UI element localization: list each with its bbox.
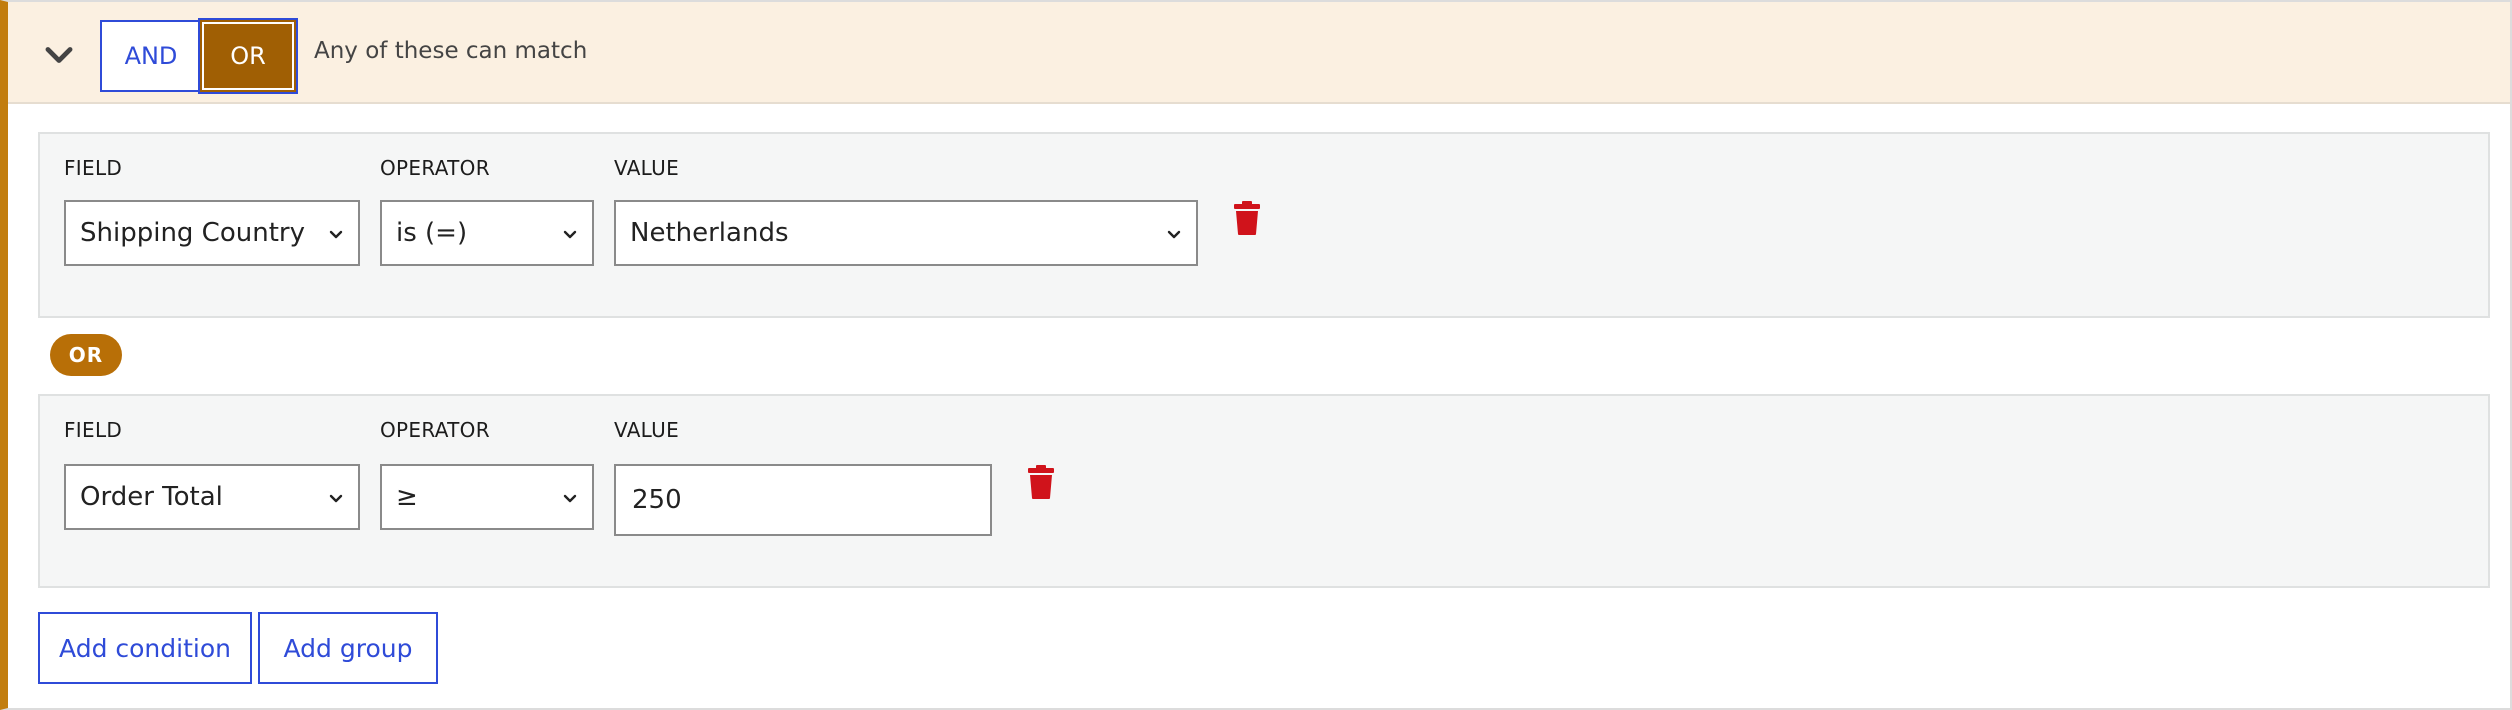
- field-select[interactable]: Shipping Country: [64, 200, 360, 266]
- value-label: VALUE: [614, 156, 680, 180]
- operator-select-value: ≥: [396, 482, 418, 512]
- operator-select[interactable]: is (=): [380, 200, 594, 266]
- group-header: AND OR Any of these can match: [8, 2, 2510, 104]
- field-select[interactable]: Order Total: [64, 464, 360, 530]
- value-input[interactable]: 250: [614, 464, 992, 536]
- operator-select[interactable]: ≥: [380, 464, 594, 530]
- value-select-value: Netherlands: [630, 218, 789, 248]
- chevron-down-icon: [1164, 224, 1184, 244]
- trash-icon[interactable]: [1232, 200, 1262, 236]
- or-connector-badge: OR: [50, 334, 122, 376]
- value-select[interactable]: Netherlands: [614, 200, 1198, 266]
- condition-group: AND OR Any of these can match FIELD OPER…: [0, 0, 2512, 710]
- field-select-value: Shipping Country: [80, 218, 305, 248]
- or-button[interactable]: OR: [198, 18, 298, 94]
- value-label: VALUE: [614, 418, 680, 442]
- chevron-down-icon: [560, 224, 580, 244]
- condition-row: FIELD OPERATOR VALUE Shipping Country is…: [38, 132, 2490, 318]
- field-label: FIELD: [64, 418, 123, 442]
- and-button[interactable]: AND: [100, 20, 202, 92]
- field-select-value: Order Total: [80, 482, 223, 512]
- chevron-down-icon: [326, 224, 346, 244]
- chevron-down-icon: [560, 488, 580, 508]
- chevron-down-icon: [326, 488, 346, 508]
- operator-select-value: is (=): [396, 218, 468, 248]
- field-label: FIELD: [64, 156, 123, 180]
- operator-label: OPERATOR: [380, 418, 490, 442]
- condition-row: FIELD OPERATOR VALUE Order Total ≥ 250: [38, 394, 2490, 588]
- add-group-button[interactable]: Add group: [258, 612, 438, 684]
- operator-label: OPERATOR: [380, 156, 490, 180]
- chevron-down-icon[interactable]: [40, 36, 78, 74]
- add-condition-button[interactable]: Add condition: [38, 612, 252, 684]
- trash-icon[interactable]: [1026, 464, 1056, 500]
- match-hint: Any of these can match: [314, 38, 588, 64]
